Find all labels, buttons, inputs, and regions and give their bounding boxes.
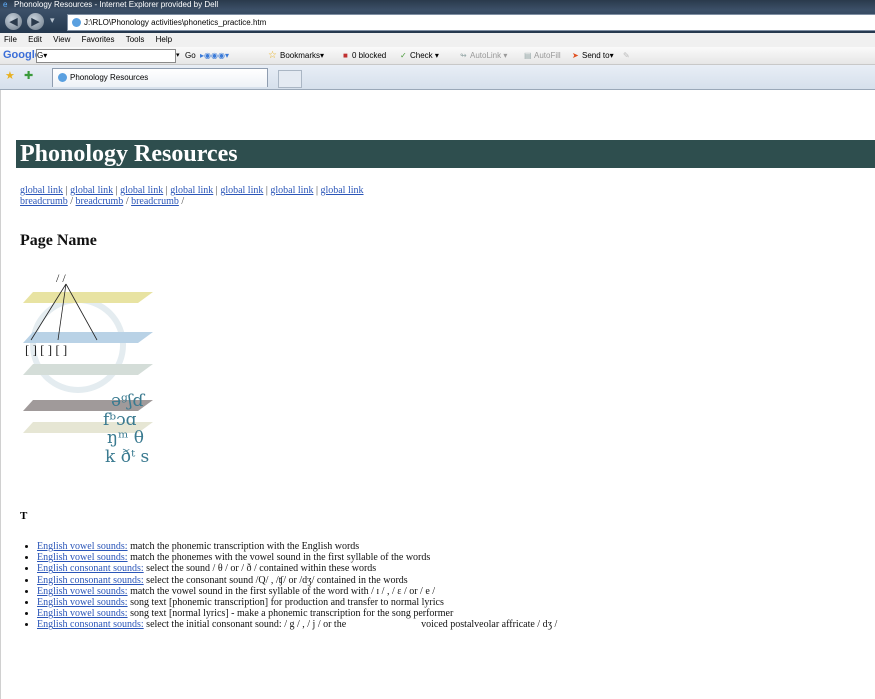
menu-edit[interactable]: Edit <box>28 35 42 44</box>
resource-link[interactable]: English vowel sounds: <box>37 608 128 619</box>
bookmarks-button[interactable]: Bookmarks▾ <box>280 47 324 64</box>
google-go-button[interactable]: Go <box>185 47 196 64</box>
list-item: English vowel sounds: song text [normal … <box>37 608 557 619</box>
page-icon <box>72 18 81 27</box>
tab-bar: ★ ✚ Phonology Resources <box>0 65 875 90</box>
breadcrumb-link[interactable]: breadcrumb <box>76 196 124 207</box>
autolink-icon: ↬ <box>460 51 467 60</box>
logo-phonemes-3: ŋᵐ θ <box>107 428 144 448</box>
tab-label: Phonology Resources <box>70 73 149 82</box>
logo-brackets: [ ] [ ] [ ] <box>25 342 67 357</box>
internet-explorer-icon: e <box>3 0 8 9</box>
resource-description: select the consonant sound /Q/ , /ʧ/ or … <box>143 574 408 586</box>
popup-blocked-count[interactable]: 0 blocked <box>352 47 386 64</box>
global-link[interactable]: global link <box>170 185 213 196</box>
recent-pages-dropdown[interactable]: ▾ <box>50 16 55 26</box>
list-item: English vowel sounds: song text [phonemi… <box>37 597 557 608</box>
global-links-nav: global link | global link | global link … <box>20 185 364 207</box>
autofill-button[interactable]: AutoFill <box>534 47 561 64</box>
global-link[interactable]: global link <box>120 185 163 196</box>
logo-phonemes-2: fᵇɔɑ <box>103 410 137 430</box>
breadcrumb-link[interactable]: breadcrumb <box>131 196 179 207</box>
global-link[interactable]: global link <box>20 185 63 196</box>
resource-description: match the vowel sound in the first sylla… <box>127 585 436 597</box>
send-to-icon: ➤ <box>572 51 579 60</box>
menu-bar: File Edit View Favorites Tools Help <box>0 33 875 47</box>
popup-blocker-icon: ■ <box>343 51 348 60</box>
resource-link[interactable]: English vowel sounds: <box>37 552 128 563</box>
resource-description: select the initial consonant sound: / g … <box>143 619 558 631</box>
breadcrumb: breadcrumb / breadcrumb / breadcrumb / <box>20 196 185 207</box>
resource-link[interactable]: English vowel sounds: <box>37 586 128 597</box>
menu-file[interactable]: File <box>4 35 17 44</box>
resource-description: select the sound / θ / or / ð / containe… <box>143 563 377 575</box>
page-content: Phonology Resources global link | global… <box>0 90 875 699</box>
logo-slashes: / / <box>56 271 66 285</box>
list-item: English consonant sounds: select the con… <box>37 575 557 586</box>
menu-view[interactable]: View <box>53 35 70 44</box>
tab-page-icon <box>58 73 67 82</box>
breadcrumb-link[interactable]: breadcrumb <box>20 196 68 207</box>
resource-link[interactable]: English vowel sounds: <box>37 541 128 552</box>
send-to-button[interactable]: Send to▾ <box>582 47 614 64</box>
resource-description: match the phonemes with the vowel sound … <box>127 552 431 564</box>
resource-link[interactable]: English consonant sounds: <box>37 619 144 630</box>
global-link[interactable]: global link <box>270 185 313 196</box>
list-item: English vowel sounds: match the vowel so… <box>37 586 557 597</box>
autolink-button[interactable]: AutoLink ▾ <box>470 47 507 64</box>
resource-link[interactable]: English vowel sounds: <box>37 597 128 608</box>
global-link[interactable]: global link <box>70 185 113 196</box>
list-item: English consonant sounds: select the ini… <box>37 619 557 630</box>
menu-tools[interactable]: Tools <box>126 35 145 44</box>
resource-link[interactable]: English consonant sounds: <box>37 563 144 574</box>
google-search-input[interactable]: G▾ <box>36 49 176 63</box>
list-item: English vowel sounds: match the phonemes… <box>37 552 557 563</box>
resource-link[interactable]: English consonant sounds: <box>37 575 144 586</box>
page-banner: Phonology Resources <box>16 140 875 168</box>
menu-favorites[interactable]: Favorites <box>82 35 115 44</box>
forward-button[interactable]: ▶ <box>27 13 44 30</box>
logo-phonemes-1: əᵍʃɗ <box>111 391 145 411</box>
google-options-icon[interactable]: ▸◉◉◉▾ <box>200 47 229 64</box>
global-links-row: global link | global link | global link … <box>20 185 364 196</box>
new-tab-button[interactable] <box>278 70 302 88</box>
list-item: English consonant sounds: select the sou… <box>37 563 557 574</box>
page-title: Page Name <box>20 232 97 249</box>
search-dropdown-arrow-icon[interactable]: ▾ <box>176 47 180 64</box>
logo-layer-yellow <box>23 292 153 303</box>
address-url: J:\RLO\Phonology activities\phonetics_pr… <box>84 18 267 27</box>
resource-description: song text [phonemic transcription] for p… <box>127 597 444 609</box>
add-to-favorites-icon[interactable]: ✚ <box>24 71 33 82</box>
section-heading: T <box>20 510 28 522</box>
resource-list: English vowel sounds: match the phonemic… <box>19 541 557 631</box>
window-title-bar: e Phonology Resources - Internet Explorer… <box>0 0 875 10</box>
spellcheck-button[interactable]: Check ▾ <box>410 47 439 64</box>
window-title: Phonology Resources - Internet Explorer … <box>14 0 219 9</box>
logo-phonemes-4: k ðᵗ s <box>105 447 149 467</box>
google-toolbar: Google G▾ ▾ Go ▸◉◉◉▾ ☆ Bookmarks▾ ■ 0 bl… <box>0 47 875 65</box>
phonology-layers-logo: / / [ ] [ ] [ ] əᵍʃɗ fᵇɔɑ ŋᵐ θ k ðᵗ s <box>23 271 153 467</box>
global-link[interactable]: global link <box>220 185 263 196</box>
logo-layer-green <box>23 364 153 375</box>
resource-description: match the phonemic transcription with th… <box>127 541 360 552</box>
menu-help[interactable]: Help <box>156 35 172 44</box>
resource-description: song text [normal lyrics] - make a phone… <box>127 608 454 620</box>
spellcheck-icon: ✓ <box>400 51 407 60</box>
address-field[interactable]: J:\RLO\Phonology activities\phonetics_pr… <box>67 14 875 31</box>
global-link[interactable]: global link <box>320 185 363 196</box>
favorites-center-icon[interactable]: ★ <box>5 71 15 82</box>
list-item: English vowel sounds: match the phonemic… <box>37 541 557 552</box>
pencil-icon[interactable]: ✎ <box>623 47 630 64</box>
tab-phonology-resources[interactable]: Phonology Resources <box>52 68 268 87</box>
autofill-icon: ▤ <box>524 51 532 60</box>
address-toolbar: ◀ ▶ ▾ J:\RLO\Phonology activities\phonet… <box>0 10 875 33</box>
back-button[interactable]: ◀ <box>5 13 22 30</box>
bookmarks-star-icon[interactable]: ☆ <box>268 47 277 64</box>
